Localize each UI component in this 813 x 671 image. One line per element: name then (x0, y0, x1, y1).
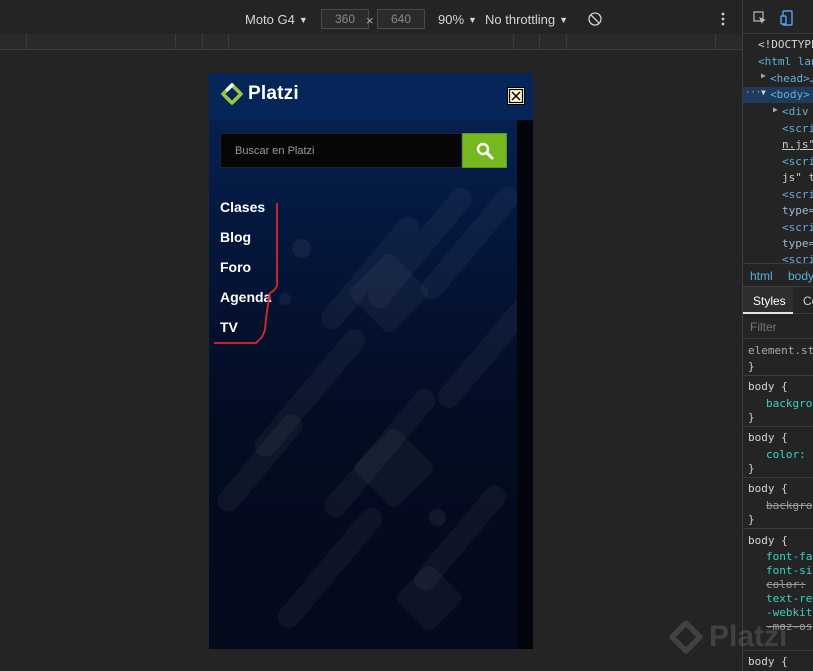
close-brace: } (748, 360, 755, 373)
logo-text: Platzi (248, 83, 299, 104)
scrollbar[interactable] (517, 120, 533, 649)
search-bar (220, 133, 507, 168)
style-property[interactable]: backgro (766, 397, 812, 410)
search-icon (476, 142, 493, 159)
breadcrumb: html body (743, 263, 813, 287)
dom-line[interactable]: type= (782, 237, 813, 250)
dom-line-body[interactable]: <body> (770, 88, 810, 101)
platzi-logo[interactable]: Platzi (221, 83, 299, 105)
style-rule-selector[interactable]: body { (748, 431, 788, 444)
nav-item-tv[interactable]: TV (220, 318, 271, 348)
style-property-overridden[interactable]: backgro (766, 499, 812, 512)
dom-line[interactable]: <scri (782, 188, 813, 201)
zoom-select[interactable]: 90% ▼ (438, 12, 477, 27)
chevron-down-icon: ▼ (298, 15, 308, 25)
inspect-icon[interactable] (753, 11, 767, 28)
dom-line[interactable]: n.js" (782, 138, 813, 151)
tab-styles-label: Styles (753, 294, 786, 308)
style-property[interactable]: font-fam (766, 550, 813, 563)
style-rule-selector[interactable]: body { (748, 534, 788, 547)
style-rule-selector[interactable]: body { (748, 655, 788, 668)
tab-computed[interactable]: Co (803, 294, 813, 308)
more-icon[interactable]: ··· (745, 88, 761, 98)
style-property[interactable]: text-re (766, 592, 812, 605)
nav-item-clases[interactable]: Clases (220, 198, 271, 228)
dom-line[interactable]: <scri (782, 122, 813, 135)
breadcrumb-body[interactable]: body (788, 269, 813, 283)
dom-line[interactable]: <head>… (770, 72, 813, 85)
nav-item-blog[interactable]: Blog (220, 228, 271, 258)
device-mode-icon[interactable] (780, 10, 794, 29)
style-property[interactable]: font-si (766, 564, 812, 577)
styles-tabbar: Styles Co (743, 287, 813, 314)
dom-line[interactable]: <!DOCTYPE (758, 38, 813, 51)
tab-styles[interactable]: Styles (743, 287, 793, 314)
main-nav: Clases Blog Foro Agenda TV (220, 198, 271, 348)
style-property[interactable]: -webkit (766, 606, 812, 619)
device-viewport: Platzi Clases Blog Foro Agenda TV (209, 73, 533, 649)
throttling-select[interactable]: No throttling ▼ (485, 12, 568, 27)
media-query-ruler (0, 34, 742, 50)
dom-line[interactable]: js" t (782, 171, 813, 184)
close-menu-button[interactable] (507, 87, 525, 105)
search-button[interactable] (462, 133, 507, 168)
device-toolbar: Moto G4 ▼ 360 × 640 90% ▼ No throttling ▼ (0, 0, 742, 38)
viewport-height-input[interactable]: 640 (377, 9, 425, 29)
chevron-down-icon: ▼ (468, 15, 477, 25)
device-label: Moto G4 (245, 12, 295, 27)
zoom-label: 90% (438, 12, 465, 27)
chevron-down-icon: ▼ (559, 15, 569, 25)
breadcrumb-html[interactable]: html (750, 269, 773, 283)
platzi-watermark-icon (669, 620, 703, 654)
expand-arrow-icon[interactable]: ▶ (773, 105, 778, 114)
nav-item-foro[interactable]: Foro (220, 258, 271, 288)
more-options-icon[interactable] (721, 12, 725, 29)
expand-arrow-icon[interactable]: ▶ (761, 71, 766, 80)
close-brace: } (748, 462, 755, 475)
platzi-logo-icon (221, 83, 243, 105)
dom-line[interactable]: <div (782, 105, 809, 118)
dom-line[interactable]: <scri (782, 221, 813, 234)
devtools-panel: <!DOCTYPE <html lan ▶ <head>… ··· ▼ <bod… (669, 0, 813, 671)
dom-line[interactable]: <html lan (758, 55, 813, 68)
style-property-overridden[interactable]: color: (766, 578, 806, 591)
close-icon (508, 88, 524, 104)
style-rule-selector[interactable]: body { (748, 482, 788, 495)
style-rule-selector[interactable]: body { (748, 380, 788, 393)
collapse-arrow-icon[interactable]: ▼ (761, 88, 766, 97)
close-brace: } (748, 411, 755, 424)
style-property[interactable]: color: (766, 448, 806, 461)
viewport-width-input[interactable]: 360 (321, 9, 369, 29)
device-select[interactable]: Moto G4 ▼ (245, 12, 308, 27)
throttling-label: No throttling (485, 12, 556, 27)
dom-line[interactable]: type= (782, 204, 813, 217)
element-style-selector[interactable]: element.st (748, 344, 813, 357)
dimension-separator: × (366, 13, 374, 28)
style-property-overridden[interactable]: -moz-os (766, 620, 812, 633)
styles-filter-input[interactable] (743, 315, 813, 339)
nav-item-agenda[interactable]: Agenda (220, 288, 271, 318)
search-input[interactable] (220, 133, 462, 168)
close-brace: } (748, 513, 755, 526)
dom-line[interactable]: <scri (782, 155, 813, 168)
rotate-icon[interactable] (588, 12, 602, 29)
